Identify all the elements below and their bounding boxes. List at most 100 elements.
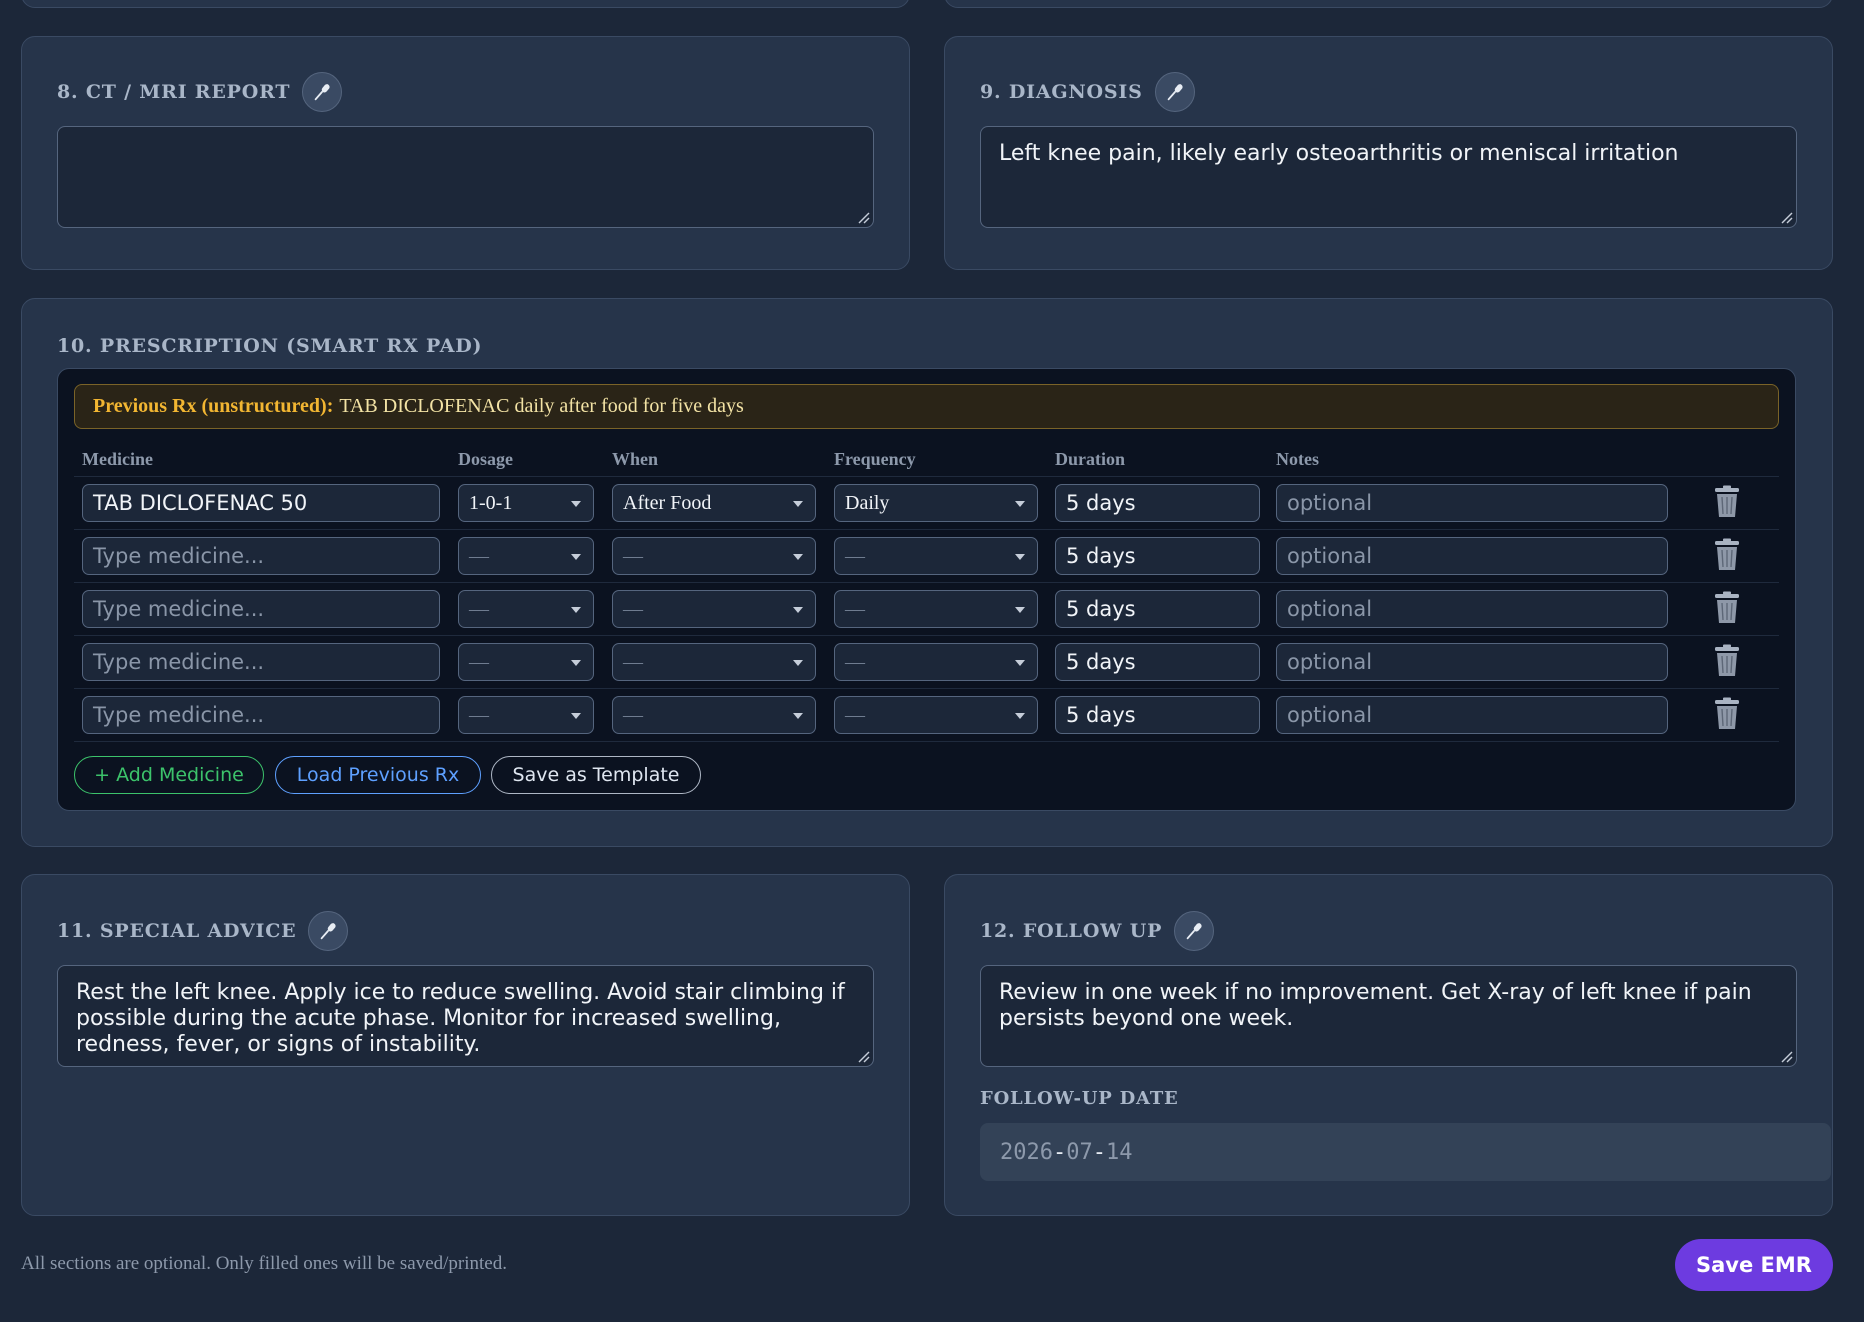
load-previous-rx-label: Load Previous Rx [296, 764, 460, 786]
frequency-select[interactable]: — [834, 590, 1038, 628]
dosage-select[interactable]: 1-0-1 [458, 484, 594, 522]
notes-input[interactable]: optional [1276, 484, 1668, 522]
when-value: — [623, 650, 643, 673]
duration-input[interactable]: 5 days [1055, 643, 1260, 681]
chevron-down-icon [571, 607, 581, 613]
chevron-down-icon [571, 554, 581, 560]
when-value: — [623, 597, 643, 620]
notes-input[interactable]: optional [1276, 643, 1668, 681]
when-select[interactable]: After Food [612, 484, 816, 522]
panel-previous-left [21, 0, 910, 8]
notes-placeholder: optional [1287, 491, 1373, 515]
special-advice-title: 11. SPECIAL ADVICE [57, 920, 297, 942]
medicine-placeholder: Type medicine... [93, 597, 265, 621]
date-day: 14 [1105, 1139, 1133, 1165]
diagnosis-text: Left knee pain, likely early osteoarthri… [999, 141, 1679, 166]
trash-icon[interactable] [1712, 538, 1742, 572]
special-advice-textarea[interactable]: Rest the left knee. Apply ice to reduce … [57, 965, 874, 1067]
diagnosis-textarea[interactable]: Left knee pain, likely early osteoarthri… [980, 126, 1797, 228]
date-year: 2026 [1000, 1139, 1053, 1165]
load-previous-rx-button[interactable]: Load Previous Rx [275, 756, 481, 794]
when-value: — [623, 703, 643, 726]
trash-icon[interactable] [1712, 591, 1742, 625]
frequency-value: — [845, 650, 865, 673]
duration-value: 5 days [1066, 491, 1136, 515]
follow-up-date-input[interactable]: 2026-07-14 [980, 1123, 1831, 1181]
chevron-down-icon [793, 660, 803, 666]
resize-grip-icon[interactable] [1779, 1049, 1793, 1063]
medicine-input[interactable]: TAB DICLOFENAC 50 [82, 484, 440, 522]
frequency-value: Daily [845, 491, 890, 514]
duration-input[interactable]: 5 days [1055, 537, 1260, 575]
medicine-input[interactable]: Type medicine... [82, 590, 440, 628]
notes-input[interactable]: optional [1276, 696, 1668, 734]
trash-icon[interactable] [1712, 644, 1742, 678]
mic-icon[interactable] [302, 72, 343, 112]
previous-rx-text: TAB DICLOFENAC daily after food for five… [339, 395, 744, 417]
prescription-title: 10. PRESCRIPTION (SMART RX PAD) [57, 335, 483, 357]
save-emr-button[interactable]: Save EMR [1675, 1239, 1833, 1291]
follow-up-title: 12. FOLLOW UP [980, 920, 1163, 942]
save-template-button[interactable]: Save as Template [491, 756, 701, 794]
chevron-down-icon [793, 554, 803, 560]
medicine-input[interactable]: Type medicine... [82, 537, 440, 575]
panel-previous-right [944, 0, 1833, 8]
chevron-down-icon [793, 607, 803, 613]
column-header-frequency: Frequency [834, 449, 916, 469]
chevron-down-icon [571, 501, 581, 507]
duration-value: 5 days [1066, 597, 1136, 621]
when-select[interactable]: — [612, 696, 816, 734]
duration-input[interactable]: 5 days [1055, 696, 1260, 734]
mic-icon[interactable] [308, 911, 349, 951]
resize-grip-icon[interactable] [856, 210, 870, 224]
dosage-value: — [469, 597, 489, 620]
dosage-select[interactable]: — [458, 537, 594, 575]
frequency-select[interactable]: — [834, 537, 1038, 575]
follow-up-date-label: FOLLOW-UP DATE [980, 1088, 1179, 1109]
column-header-duration: Duration [1055, 449, 1126, 469]
trash-icon[interactable] [1712, 485, 1742, 519]
save-template-label: Save as Template [512, 764, 680, 786]
medicine-placeholder: Type medicine... [93, 650, 265, 674]
when-select[interactable]: — [612, 537, 816, 575]
diagnosis-title: 9. DIAGNOSIS [980, 81, 1143, 103]
notes-input[interactable]: optional [1276, 590, 1668, 628]
frequency-select[interactable]: — [834, 696, 1038, 734]
notes-input[interactable]: optional [1276, 537, 1668, 575]
diagnosis-section: 9. DIAGNOSIS Left knee pain, likely earl… [944, 36, 1833, 270]
chevron-down-icon [1015, 607, 1025, 613]
medicine-input[interactable]: Type medicine... [82, 643, 440, 681]
medicine-input[interactable]: Type medicine... [82, 696, 440, 734]
dosage-select[interactable]: — [458, 696, 594, 734]
divider [74, 688, 1779, 689]
dosage-select[interactable]: — [458, 643, 594, 681]
when-value: After Food [623, 491, 712, 514]
duration-input[interactable]: 5 days [1055, 484, 1260, 522]
dosage-value: — [469, 544, 489, 567]
chevron-down-icon [1015, 501, 1025, 507]
frequency-select[interactable]: — [834, 643, 1038, 681]
footer-note: All sections are optional. Only filled o… [21, 1253, 507, 1274]
divider [74, 635, 1779, 636]
ct-mri-section: 8. CT / MRI REPORT [21, 36, 910, 270]
when-select[interactable]: — [612, 643, 816, 681]
mic-icon[interactable] [1174, 911, 1215, 951]
add-medicine-button[interactable]: + Add Medicine [74, 756, 264, 794]
frequency-value: — [845, 544, 865, 567]
ct-mri-textarea[interactable] [57, 126, 874, 228]
save-emr-label: Save EMR [1696, 1253, 1812, 1277]
frequency-value: — [845, 597, 865, 620]
follow-up-textarea[interactable]: Review in one week if no improvement. Ge… [980, 965, 1797, 1067]
rx-pad: Previous Rx (unstructured): TAB DICLOFEN… [57, 368, 1796, 811]
resize-grip-icon[interactable] [1779, 210, 1793, 224]
chevron-down-icon [1015, 713, 1025, 719]
notes-placeholder: optional [1287, 597, 1373, 621]
duration-input[interactable]: 5 days [1055, 590, 1260, 628]
frequency-select[interactable]: Daily [834, 484, 1038, 522]
date-separator: - [1052, 1139, 1067, 1165]
mic-icon[interactable] [1154, 72, 1195, 112]
when-select[interactable]: — [612, 590, 816, 628]
trash-icon[interactable] [1712, 697, 1742, 731]
dosage-select[interactable]: — [458, 590, 594, 628]
resize-grip-icon[interactable] [856, 1049, 870, 1063]
